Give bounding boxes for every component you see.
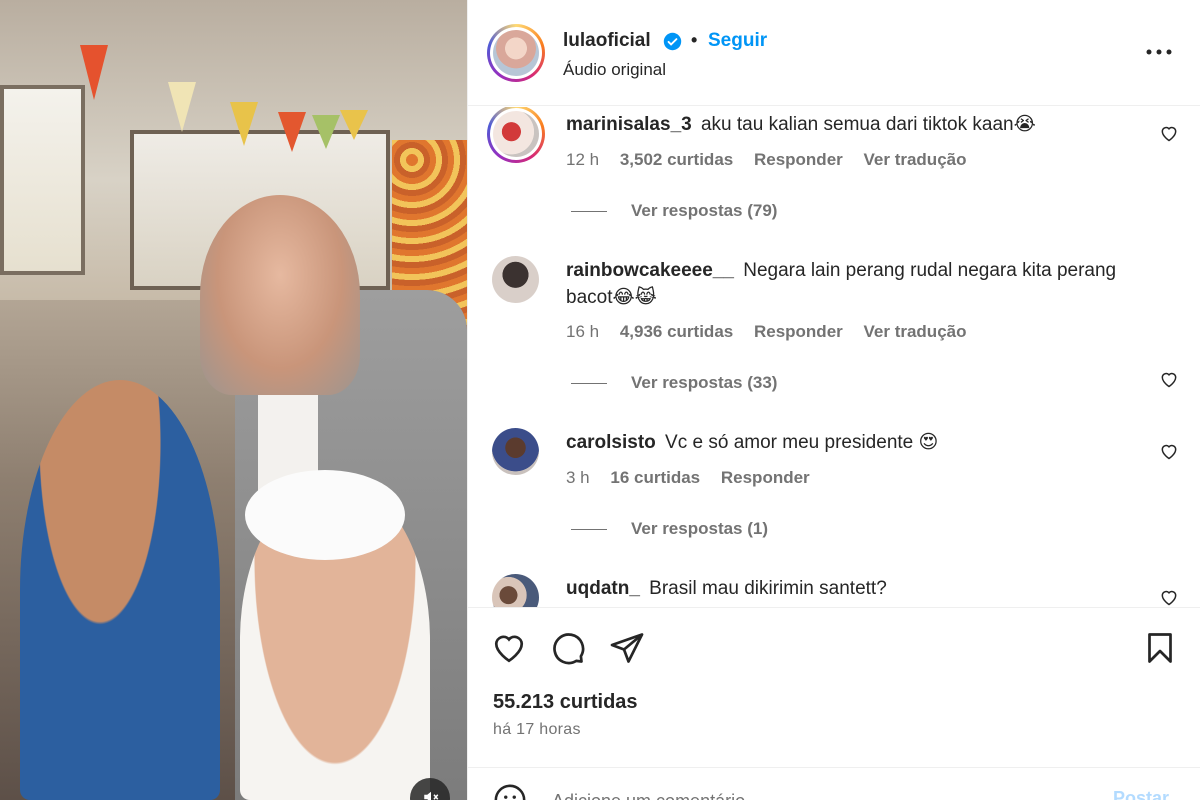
view-replies-button[interactable]: Ver respostas (1) <box>571 519 768 539</box>
post-timestamp[interactable]: há 17 horas <box>493 721 581 739</box>
comment-bubble-icon[interactable] <box>550 630 586 666</box>
comment-likes[interactable]: 16 curtidas <box>610 468 700 487</box>
reply-button[interactable]: Responder <box>754 150 843 169</box>
save-bookmark-icon[interactable] <box>1142 630 1178 666</box>
author-username[interactable]: lulaoficial <box>563 30 651 52</box>
reply-button[interactable]: Responder <box>721 468 810 487</box>
share-send-icon[interactable] <box>609 630 645 666</box>
replies-divider <box>571 529 607 531</box>
view-replies-button[interactable]: Ver respostas (33) <box>571 373 777 393</box>
comment-username[interactable]: carolsisto <box>566 432 656 453</box>
bunting-flag <box>80 45 108 100</box>
comment-username[interactable]: rainbowcakeeee__ <box>566 260 734 281</box>
bunting-flag <box>168 82 196 132</box>
post-header: lulaoficial • Seguir Áudio original <box>468 0 1200 106</box>
author-avatar[interactable] <box>487 24 545 82</box>
speaker-muted-icon <box>424 791 439 800</box>
translate-button[interactable]: Ver tradução <box>864 322 967 341</box>
comment-age: 3 h <box>566 468 590 487</box>
emoji-smiley-icon[interactable] <box>493 783 527 800</box>
comment-username[interactable]: marinisalas_3 <box>566 114 692 135</box>
video-child-left <box>20 380 220 800</box>
replies-divider <box>571 211 607 213</box>
header-separator: • <box>691 30 698 50</box>
comment-meta: 3 h 16 curtidas Responder <box>566 468 826 488</box>
comment-avatar[interactable] <box>487 107 545 163</box>
replies-label: Ver respostas (1) <box>631 519 769 538</box>
more-options-icon[interactable] <box>1144 40 1174 64</box>
comment-body: aku tau kalian semua dari tiktok kaan😭 <box>700 114 1036 135</box>
comment-username[interactable]: uqdatn_ <box>566 578 640 599</box>
post-actions: 55.213 curtidas há 17 horas <box>468 607 1200 767</box>
likes-count[interactable]: 55.213 curtidas <box>493 691 638 714</box>
comment-like-heart-icon[interactable] <box>1159 123 1179 143</box>
comment-like-heart-icon[interactable] <box>1159 369 1179 389</box>
comment-meta: 16 h 4,936 curtidas Responder Ver traduç… <box>566 322 983 342</box>
comment-text: uqdatn_ Brasil mau dikirimin santett? <box>566 575 1126 602</box>
bunting-flag <box>340 110 368 140</box>
reply-button[interactable]: Responder <box>754 322 843 341</box>
replies-divider <box>571 383 607 385</box>
follow-button[interactable]: Seguir <box>708 30 767 52</box>
comment-like-heart-icon[interactable] <box>1159 587 1179 607</box>
comments-list[interactable]: marinisalas_3 aku tau kalian semua dari … <box>468 107 1200 607</box>
audio-link[interactable]: Áudio original <box>563 60 666 80</box>
bunting-flag <box>278 112 306 152</box>
comment-age: 12 h <box>566 150 600 169</box>
post-comment-button[interactable]: Postar <box>1113 788 1169 800</box>
verified-badge-icon <box>663 32 682 51</box>
comment-text: rainbowcakeeee__ Negara lain perang ruda… <box>566 257 1126 311</box>
comment-input[interactable] <box>552 786 1092 800</box>
comment-likes[interactable]: 3,502 curtidas <box>620 150 733 169</box>
comment-avatar[interactable] <box>492 574 539 607</box>
comment-text: carolsisto Vc e só amor meu presidente 😍 <box>566 429 1126 456</box>
comment-body: Brasil mau dikirimin santett? <box>649 578 887 599</box>
comment-text: marinisalas_3 aku tau kalian semua dari … <box>566 111 1126 138</box>
view-replies-button[interactable]: Ver respostas (79) <box>571 201 777 221</box>
comment-body: Vc e só amor meu presidente 😍 <box>665 432 939 453</box>
comment-like-heart-icon[interactable] <box>1159 441 1179 461</box>
bunting-flag <box>230 102 258 146</box>
like-heart-icon[interactable] <box>491 630 527 666</box>
comment-avatar[interactable] <box>492 256 539 303</box>
add-comment-bar: Postar <box>468 767 1200 800</box>
replies-label: Ver respostas (33) <box>631 373 778 392</box>
translate-button[interactable]: Ver tradução <box>864 150 967 169</box>
video-hair-bow <box>245 470 405 560</box>
comment-likes[interactable]: 4,936 curtidas <box>620 322 733 341</box>
video-window-left <box>0 85 85 275</box>
comment-avatar[interactable] <box>492 428 539 475</box>
video-person-head <box>200 195 360 395</box>
comment-age: 16 h <box>566 322 600 341</box>
replies-label: Ver respostas (79) <box>631 201 778 220</box>
bunting-flag <box>312 115 340 149</box>
comment-meta: 12 h 3,502 curtidas Responder Ver traduç… <box>566 150 983 170</box>
reel-video[interactable] <box>0 0 467 800</box>
post-panel: lulaoficial • Seguir Áudio original mari… <box>467 0 1200 800</box>
